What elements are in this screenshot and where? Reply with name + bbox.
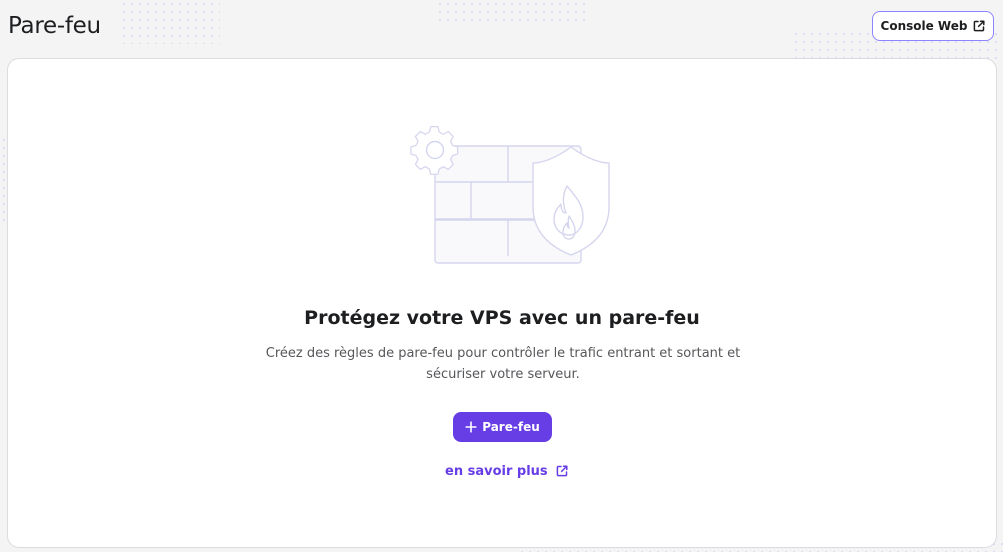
page-title: Pare-feu — [8, 13, 101, 39]
external-link-icon — [556, 465, 568, 477]
gear-icon — [410, 125, 459, 175]
plus-icon — [465, 421, 477, 433]
empty-state-description: Créez des règles de pare-feu pour contrô… — [265, 346, 741, 382]
add-firewall-button[interactable]: Pare-feu — [453, 412, 552, 442]
firewall-illustration — [401, 125, 621, 285]
background-dot-pattern — [436, 0, 586, 22]
external-link-icon — [973, 20, 986, 32]
background-dot-pattern — [120, 0, 220, 44]
empty-state-title: Protégez votre VPS avec un pare-feu — [304, 307, 700, 329]
add-firewall-button-label: Pare-feu — [482, 420, 540, 434]
console-web-button[interactable]: Console Web — [872, 11, 994, 41]
learn-more-label: en savoir plus — [445, 463, 548, 479]
console-web-button-label: Console Web — [880, 19, 968, 33]
firewall-empty-state-card: Protégez votre VPS avec un pare-feu Crée… — [7, 58, 997, 548]
learn-more-link[interactable]: en savoir plus — [445, 461, 568, 481]
